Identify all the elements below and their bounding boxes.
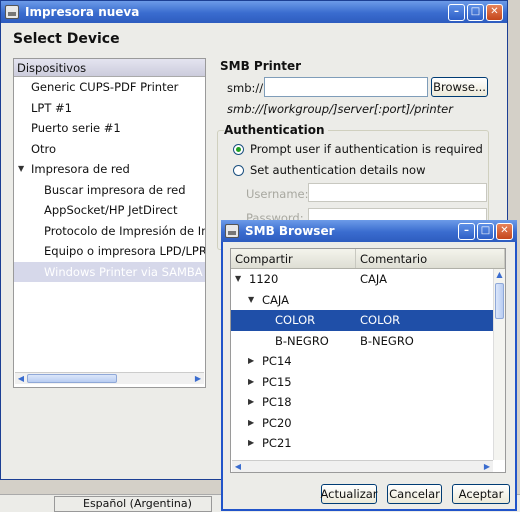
printer-icon xyxy=(5,5,19,19)
share-row[interactable]: ▶ PC21 xyxy=(231,433,505,454)
device-list-header[interactable]: Dispositivos xyxy=(14,59,205,77)
close-button[interactable]: ✕ xyxy=(496,222,513,240)
scroll-right-icon[interactable]: ▶ xyxy=(481,462,493,471)
device-item[interactable]: AppSocket/HP JetDirect xyxy=(14,200,205,221)
share-row[interactable]: ▶ PC14 xyxy=(231,351,505,372)
share-name: COLOR xyxy=(275,313,316,327)
device-item-label: LPT #1 xyxy=(31,100,72,115)
smb-browser-titlebar[interactable]: SMB Browser – □ ✕ xyxy=(221,220,517,242)
device-item-label: Windows Printer via SAMBA xyxy=(44,264,203,279)
column-header-comment[interactable]: Comentario xyxy=(356,249,505,268)
refresh-button[interactable]: Actualizar xyxy=(320,484,378,504)
window-title: Impresora nueva xyxy=(25,5,140,19)
scroll-up-icon[interactable]: ▲ xyxy=(494,269,505,281)
column-header-share[interactable]: Compartir xyxy=(231,249,356,268)
smb-printer-title: SMB Printer xyxy=(220,59,302,73)
device-item[interactable]: Windows Printer via SAMBA xyxy=(14,261,205,282)
share-comment: CAJA xyxy=(360,272,387,286)
browse-button[interactable]: Browse... xyxy=(431,77,488,97)
smb-prefix-label: smb:// xyxy=(227,81,264,95)
device-item-label: Equipo o impresora LPD/LPR xyxy=(44,244,205,258)
set-auth-label[interactable]: Set authentication details now xyxy=(250,163,426,177)
printer-icon xyxy=(225,224,239,238)
scroll-right-icon[interactable]: ▶ xyxy=(192,374,204,383)
device-item-label: Impresora de red xyxy=(31,162,130,176)
device-item[interactable]: Generic CUPS-PDF Printer xyxy=(14,77,205,98)
device-item[interactable]: Puerto serie #1 xyxy=(14,118,205,139)
scroll-thumb[interactable] xyxy=(495,283,504,319)
cancel-button[interactable]: Cancelar xyxy=(387,484,442,504)
device-item[interactable]: Buscar impresora de red xyxy=(14,180,205,201)
share-row[interactable]: ▶ PC20 xyxy=(231,413,505,434)
scroll-left-icon[interactable]: ◀ xyxy=(15,374,27,383)
share-comment: COLOR xyxy=(360,313,401,327)
authentication-title: Authentication xyxy=(224,123,328,137)
device-item[interactable]: ▼ Impresora de red xyxy=(14,159,205,180)
share-name: PC14 xyxy=(262,354,292,368)
prompt-auth-label[interactable]: Prompt user if authentication is require… xyxy=(250,142,483,156)
device-item[interactable]: Protocolo de Impresión de Internet (IPP) xyxy=(14,221,205,242)
share-name: PC21 xyxy=(262,436,292,450)
device-item-label: Otro xyxy=(31,141,57,156)
share-row[interactable]: ▶ PC15 xyxy=(231,372,505,393)
set-auth-radio[interactable] xyxy=(233,165,244,176)
prompt-auth-radio[interactable] xyxy=(233,144,244,155)
share-name: CAJA xyxy=(262,292,289,307)
device-item-label: Protocolo de Impresión de Internet (IPP) xyxy=(44,223,205,238)
device-item[interactable]: LPT #1 xyxy=(14,98,205,119)
close-button[interactable]: ✕ xyxy=(486,3,503,21)
page-title: Select Device xyxy=(13,31,120,47)
main-titlebar[interactable]: Impresora nueva – □ ✕ xyxy=(1,1,507,23)
minimize-button[interactable]: – xyxy=(448,3,465,21)
share-row[interactable]: ▼ 1120 CAJA xyxy=(231,269,505,290)
device-item[interactable]: Otro xyxy=(14,139,205,160)
share-row[interactable]: COLOR COLOR xyxy=(231,310,505,331)
device-item-label: Buscar impresora de red xyxy=(44,182,186,197)
smb-browser-title: SMB Browser xyxy=(245,224,335,238)
device-item-label: Generic CUPS-PDF Printer xyxy=(31,80,179,94)
device-list[interactable]: Dispositivos Generic CUPS-PDF Printer LPT… xyxy=(13,58,206,388)
device-list-hscroll[interactable]: ◀ ▶ xyxy=(15,372,204,384)
accept-button[interactable]: Aceptar xyxy=(452,484,510,504)
device-item-label: Puerto serie #1 xyxy=(31,121,121,135)
share-tree-vscroll[interactable]: ▲ xyxy=(493,269,505,460)
maximize-button[interactable]: □ xyxy=(477,222,494,240)
share-name: PC18 xyxy=(262,395,292,409)
share-row[interactable]: ▼ CAJA xyxy=(231,290,505,311)
smb-browser-dialog: SMB Browser – □ ✕ Compartir Comentario ▼… xyxy=(221,220,517,511)
share-name: PC15 xyxy=(262,374,292,389)
share-row[interactable]: ▶ PC18 xyxy=(231,392,505,413)
scroll-thumb[interactable] xyxy=(27,374,117,383)
scroll-left-icon[interactable]: ◀ xyxy=(232,462,244,471)
device-item-label: AppSocket/HP JetDirect xyxy=(44,203,178,217)
share-tree-header: Compartir Comentario xyxy=(231,249,505,269)
share-row[interactable]: B-NEGRO B-NEGRO xyxy=(231,331,505,352)
share-comment: B-NEGRO xyxy=(360,333,414,348)
share-tree-hscroll[interactable]: ◀ ▶ xyxy=(232,460,493,472)
smb-uri-hint: smb://[workgroup/]server[:port]/printer xyxy=(227,102,453,116)
share-name: PC20 xyxy=(262,415,292,430)
share-name: B-NEGRO xyxy=(275,333,329,348)
maximize-button[interactable]: □ xyxy=(467,3,484,21)
device-item[interactable]: Equipo o impresora LPD/LPR xyxy=(14,241,205,262)
share-name: 1120 xyxy=(249,272,279,286)
expand-arrow-icon[interactable]: ▼ xyxy=(18,159,24,180)
minimize-button[interactable]: – xyxy=(458,222,475,240)
username-input[interactable] xyxy=(308,183,487,202)
language-indicator[interactable]: Español (Argentina) xyxy=(54,496,212,512)
username-label: Username: xyxy=(246,187,309,201)
share-tree[interactable]: Compartir Comentario ▼ 1120 CAJA ▼ CAJA COLOR… xyxy=(230,248,506,473)
smb-uri-input[interactable] xyxy=(264,77,428,97)
